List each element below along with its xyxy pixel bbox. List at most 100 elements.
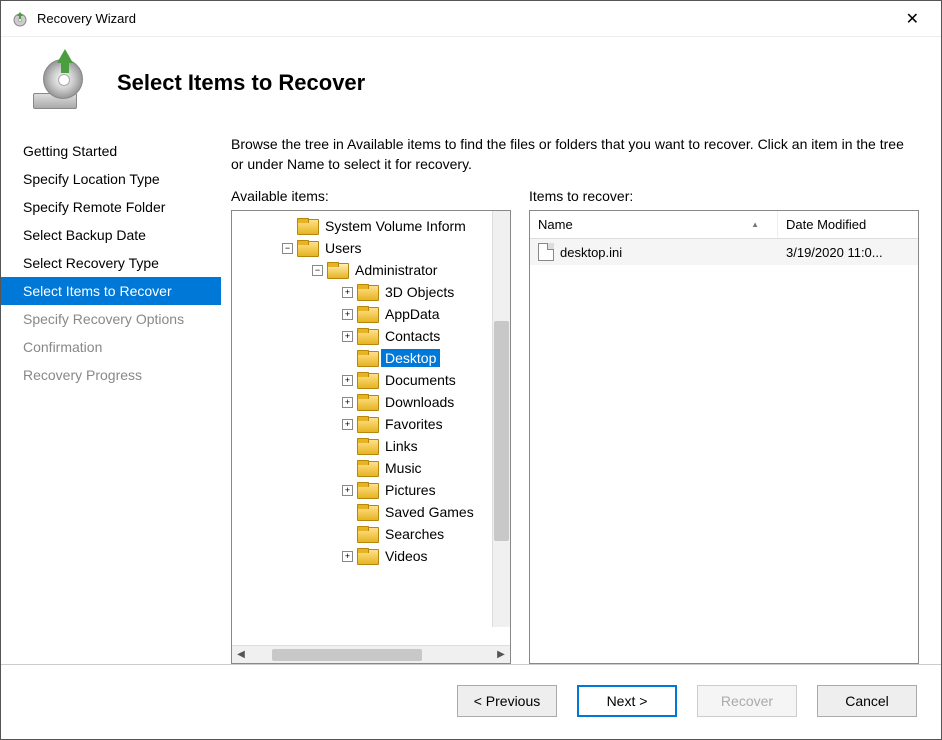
expand-icon[interactable]: + [342, 397, 353, 408]
items-to-recover-label: Items to recover: [529, 188, 919, 204]
expand-icon[interactable]: + [342, 551, 353, 562]
scroll-right-arrow[interactable]: ▶ [492, 646, 510, 664]
column-modified-label: Date Modified [786, 217, 866, 232]
collapse-icon[interactable]: − [312, 265, 323, 276]
wizard-step[interactable]: Select Recovery Type [1, 249, 221, 277]
folder-icon [357, 437, 377, 455]
scrollbar-thumb[interactable] [494, 321, 509, 541]
wizard-step[interactable]: Recovery Progress [1, 361, 221, 389]
folder-icon [357, 305, 377, 323]
column-name[interactable]: Name ▲ [530, 211, 778, 238]
expander-blank [342, 441, 353, 452]
vertical-scrollbar[interactable] [492, 211, 510, 627]
file-list: Name ▲ Date Modified desktop.ini3/19/202… [529, 210, 919, 664]
tree-node[interactable]: +3D Objects [232, 281, 510, 303]
list-header: Name ▲ Date Modified [530, 211, 918, 239]
file-modified: 3/19/2020 11:0... [778, 241, 918, 264]
tree-scroll[interactable]: System Volume Inform − Users − Administrator… [232, 211, 510, 645]
previous-button[interactable]: < Previous [457, 685, 557, 717]
app-icon [11, 10, 29, 28]
tree-node-label: Favorites [381, 415, 447, 433]
tree-node[interactable]: + Contacts [232, 325, 510, 347]
close-button[interactable]: ✕ [894, 5, 931, 33]
tree-node-label: Links [381, 437, 422, 455]
sort-caret-icon: ▲ [751, 220, 759, 229]
wizard-step[interactable]: Getting Started [1, 137, 221, 165]
expand-icon[interactable]: + [342, 419, 353, 430]
tree-node[interactable]: − Administrator [232, 259, 510, 281]
horizontal-scrollbar[interactable]: ◀ ▶ [232, 645, 510, 663]
tree-node[interactable]: Saved Games [232, 501, 510, 523]
tree-node-label: Users [321, 239, 366, 257]
list-body: desktop.ini3/19/2020 11:0... [530, 239, 918, 265]
expander-blank [282, 221, 293, 232]
tree-node-label: Desktop [381, 349, 440, 367]
recovery-wizard-window: Recovery Wizard ✕ Select Items to Recove… [0, 0, 942, 740]
expand-icon[interactable]: + [342, 331, 353, 342]
next-button[interactable]: Next > [577, 685, 677, 717]
wizard-step[interactable]: Specify Recovery Options [1, 305, 221, 333]
tree-node-label: Videos [381, 547, 432, 565]
instruction-text: Browse the tree in Available items to fi… [231, 135, 919, 174]
wizard-step[interactable]: Confirmation [1, 333, 221, 361]
tree-node[interactable]: + Favorites [232, 413, 510, 435]
expand-icon[interactable]: + [342, 309, 353, 320]
collapse-icon[interactable]: − [282, 243, 293, 254]
folder-icon [357, 415, 377, 433]
column-modified[interactable]: Date Modified [778, 211, 918, 238]
tree-node-label: Searches [381, 525, 448, 543]
tree-node[interactable]: − Users [232, 237, 510, 259]
wizard-step[interactable]: Specify Remote Folder [1, 193, 221, 221]
tree-node[interactable]: + Documents [232, 369, 510, 391]
recovery-icon [31, 55, 87, 111]
file-icon [538, 243, 554, 261]
folder-icon [357, 547, 377, 565]
file-row[interactable]: desktop.ini3/19/2020 11:0... [530, 239, 918, 265]
folder-icon [297, 217, 317, 235]
wizard-step[interactable]: Select Items to Recover [1, 277, 221, 305]
tree-node-label: Music [381, 459, 426, 477]
tree-node[interactable]: + Videos [232, 545, 510, 567]
scrollbar-track[interactable] [250, 648, 492, 662]
tree-node-label: Downloads [381, 393, 458, 411]
tree-node-label: AppData [381, 305, 443, 323]
folder-icon [357, 525, 377, 543]
wizard-header: Select Items to Recover [1, 37, 941, 135]
expand-icon[interactable]: + [342, 375, 353, 386]
folder-icon [357, 283, 377, 301]
tree-node[interactable]: Desktop [232, 347, 510, 369]
folder-icon [357, 371, 377, 389]
recover-button[interactable]: Recover [697, 685, 797, 717]
available-items-label: Available items: [231, 188, 511, 204]
expand-icon[interactable]: + [342, 287, 353, 298]
panes: Available items: System Volume Inform − Us… [231, 188, 919, 664]
titlebar: Recovery Wizard ✕ [1, 1, 941, 37]
tree-node[interactable]: Music [232, 457, 510, 479]
scrollbar-thumb[interactable] [272, 649, 422, 661]
expander-blank [342, 507, 353, 518]
cancel-button[interactable]: Cancel [817, 685, 917, 717]
tree-node-label: Documents [381, 371, 460, 389]
items-to-recover-pane: Items to recover: Name ▲ Date Modified d… [529, 188, 919, 664]
tree-node-label: Contacts [381, 327, 444, 345]
wizard-step[interactable]: Specify Location Type [1, 165, 221, 193]
tree-node[interactable]: + Downloads [232, 391, 510, 413]
page-title: Select Items to Recover [117, 70, 365, 96]
tree-node[interactable]: Links [232, 435, 510, 457]
tree-node[interactable]: Searches [232, 523, 510, 545]
expand-icon[interactable]: + [342, 485, 353, 496]
tree-node[interactable]: + AppData [232, 303, 510, 325]
folder-icon [357, 459, 377, 477]
tree-node[interactable]: +Pictures [232, 479, 510, 501]
tree-node[interactable]: System Volume Inform [232, 215, 510, 237]
folder-icon [357, 393, 377, 411]
folder-icon [357, 349, 377, 367]
tree-node-label: 3D Objects [381, 283, 458, 301]
tree-node-label: Administrator [351, 261, 441, 279]
scroll-left-arrow[interactable]: ◀ [232, 646, 250, 664]
folder-icon [357, 503, 377, 521]
available-items-pane: Available items: System Volume Inform − Us… [231, 188, 511, 664]
tree-node-label: Saved Games [381, 503, 478, 521]
wizard-step[interactable]: Select Backup Date [1, 221, 221, 249]
expander-blank [342, 353, 353, 364]
